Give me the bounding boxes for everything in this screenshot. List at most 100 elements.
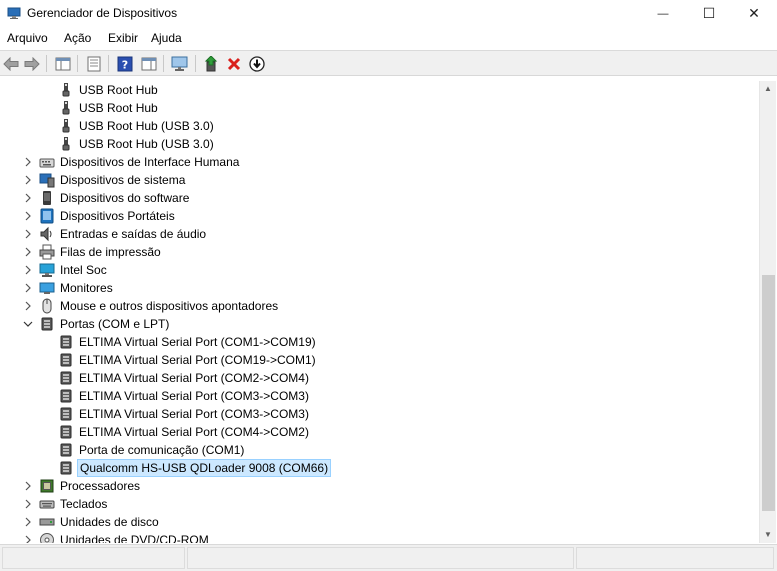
tree-item[interactable]: ELTIMA Virtual Serial Port (COM1->COM19) xyxy=(58,333,318,351)
vertical-scrollbar[interactable]: ▲ ▼ xyxy=(759,81,776,543)
port-icon xyxy=(58,424,74,440)
status-segment xyxy=(576,547,774,569)
tree-item[interactable]: Teclados xyxy=(25,495,109,513)
update-driver-icon xyxy=(204,55,218,71)
tree-item[interactable]: ELTIMA Virtual Serial Port (COM3->COM3) xyxy=(58,405,311,423)
window-title: Gerenciador de Dispositivos xyxy=(27,6,178,20)
expander-collapsed-icon[interactable] xyxy=(23,265,33,275)
help-button[interactable]: ? xyxy=(115,54,135,73)
status-segment xyxy=(2,547,185,569)
help-icon: ? xyxy=(117,56,133,71)
tree-item[interactable]: Filas de impressão xyxy=(25,243,163,261)
expander-collapsed-icon[interactable] xyxy=(23,535,33,543)
tree-item[interactable]: Mouse e outros dispositivos apontadores xyxy=(25,297,280,315)
tree-item[interactable]: Intel Soc xyxy=(25,261,109,279)
expander-collapsed-icon[interactable] xyxy=(23,175,33,185)
tree-item-label: Dispositivos do software xyxy=(60,191,190,205)
device-tree[interactable]: USB Root Hub USB Root Hub USB Root Hub (US… xyxy=(1,81,758,543)
tree-item[interactable]: Entradas e saídas de áudio xyxy=(25,225,208,243)
tree-item[interactable]: Qualcomm HS-USB QDLoader 9008 (COM66) xyxy=(58,459,332,477)
forward-button[interactable] xyxy=(22,54,42,73)
forward-icon xyxy=(24,56,40,71)
tree-item[interactable]: Dispositivos Portáteis xyxy=(25,207,177,225)
update-driver-button[interactable] xyxy=(202,54,222,73)
tree-item[interactable]: ELTIMA Virtual Serial Port (COM4->COM2) xyxy=(58,423,311,441)
expander-collapsed-icon[interactable] xyxy=(23,229,33,239)
tree-item-label: USB Root Hub (USB 3.0) xyxy=(79,119,214,133)
tree-item-label: ELTIMA Virtual Serial Port (COM1->COM19) xyxy=(79,335,316,349)
tree-item[interactable]: Dispositivos de sistema xyxy=(25,171,187,189)
menu-acao[interactable]: Ação xyxy=(64,31,91,45)
disable-device-button[interactable] xyxy=(247,54,267,73)
dvd-icon xyxy=(39,532,55,543)
tree-item-label: Entradas e saídas de áudio xyxy=(60,227,207,241)
tree-item-label: Dispositivos de Interface Humana xyxy=(60,155,240,169)
device-manager-app-icon xyxy=(7,7,21,19)
expander-collapsed-icon[interactable] xyxy=(23,499,33,509)
expander-collapsed-icon[interactable] xyxy=(23,211,33,221)
tree-item[interactable]: USB Root Hub xyxy=(58,81,160,99)
tree-item-label: Mouse e outros dispositivos apontadores xyxy=(60,299,279,313)
expander-collapsed-icon[interactable] xyxy=(23,157,33,167)
menu-arquivo[interactable]: Arquivo xyxy=(7,31,48,45)
scroll-up-arrow-icon[interactable]: ▲ xyxy=(764,84,772,93)
tree-item[interactable]: ELTIMA Virtual Serial Port (COM3->COM3) xyxy=(58,387,311,405)
toolbar-separator xyxy=(195,55,196,72)
tree-item[interactable]: Dispositivos de Interface Humana xyxy=(25,153,241,171)
menu-bar: Arquivo Ação Exibir Ajuda xyxy=(0,28,777,49)
menu-ajuda[interactable]: Ajuda xyxy=(151,31,182,45)
properties-button[interactable] xyxy=(84,54,104,73)
software-device-icon xyxy=(39,190,55,206)
usb-icon xyxy=(58,82,74,98)
tree-item-label: ELTIMA Virtual Serial Port (COM3->COM3) xyxy=(79,389,309,403)
tree-item[interactable]: ELTIMA Virtual Serial Port (COM19->COM1) xyxy=(58,351,318,369)
scan-hardware-button[interactable] xyxy=(170,54,190,73)
maximize-icon: ☐ xyxy=(702,5,716,21)
uninstall-device-button[interactable] xyxy=(224,54,244,73)
tree-item[interactable]: Porta de comunicação (COM1) xyxy=(58,441,246,459)
expander-collapsed-icon[interactable] xyxy=(23,247,33,257)
tree-item[interactable]: Unidades de disco xyxy=(25,513,161,531)
tree-item[interactable]: Unidades de DVD/CD-ROM xyxy=(25,531,211,543)
tree-item-label: Qualcomm HS-USB QDLoader 9008 (COM66) xyxy=(77,459,332,477)
tree-item-label: ELTIMA Virtual Serial Port (COM4->COM2) xyxy=(79,425,309,439)
usb-icon xyxy=(58,100,74,116)
expander-collapsed-icon[interactable] xyxy=(23,301,33,311)
scroll-down-arrow-icon[interactable]: ▼ xyxy=(764,530,772,539)
minimize-button[interactable]: — xyxy=(640,0,686,27)
tree-item-label: Processadores xyxy=(60,479,141,493)
show-hide-console-tree-button[interactable] xyxy=(53,54,73,73)
hid-icon xyxy=(39,154,55,170)
action-pane-button[interactable] xyxy=(139,54,159,73)
tree-item[interactable]: USB Root Hub (USB 3.0) xyxy=(58,117,216,135)
scrollbar-thumb[interactable] xyxy=(762,275,775,511)
tree-item-label: Teclados xyxy=(60,497,108,511)
tree-item-label: Portas (COM e LPT) xyxy=(60,317,170,331)
disk-drive-icon xyxy=(39,514,55,530)
tree-item[interactable]: Portas (COM e LPT) xyxy=(23,315,171,333)
expander-collapsed-icon[interactable] xyxy=(23,193,33,203)
expander-collapsed-icon[interactable] xyxy=(23,481,33,491)
close-button[interactable]: ✕ xyxy=(731,0,777,27)
toolbar-separator xyxy=(108,55,109,72)
tree-item[interactable]: Processadores xyxy=(25,477,142,495)
maximize-button[interactable]: ☐ xyxy=(686,0,732,27)
keyboard-icon xyxy=(39,496,55,512)
menu-exibir[interactable]: Exibir xyxy=(108,31,138,45)
audio-icon xyxy=(39,226,55,242)
back-button[interactable] xyxy=(1,54,21,73)
tree-item-label: Porta de comunicação (COM1) xyxy=(79,443,245,457)
tree-item[interactable]: USB Root Hub xyxy=(58,99,160,117)
status-segment xyxy=(187,547,574,569)
tree-item-label: Unidades de disco xyxy=(60,515,159,529)
tree-item[interactable]: Dispositivos do software xyxy=(25,189,191,207)
tree-item[interactable]: USB Root Hub (USB 3.0) xyxy=(58,135,216,153)
expander-expanded-icon[interactable] xyxy=(23,319,33,329)
expander-collapsed-icon[interactable] xyxy=(23,517,33,527)
port-icon xyxy=(58,460,74,476)
close-icon: ✕ xyxy=(748,5,760,21)
action-pane-icon xyxy=(141,57,157,70)
tree-item[interactable]: Monitores xyxy=(25,279,115,297)
expander-collapsed-icon[interactable] xyxy=(23,283,33,293)
tree-item[interactable]: ELTIMA Virtual Serial Port (COM2->COM4) xyxy=(58,369,311,387)
